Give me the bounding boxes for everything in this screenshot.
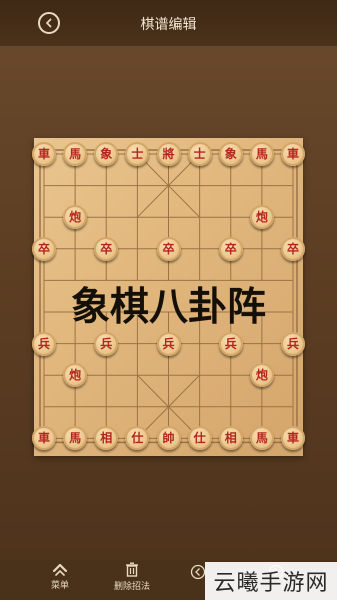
delete-move-label: 删除招法 bbox=[113, 582, 150, 592]
page-title: 棋谱编辑 bbox=[140, 17, 197, 33]
chess-piece[interactable]: 炮 bbox=[249, 363, 274, 388]
chess-piece[interactable]: 卒 bbox=[32, 236, 56, 261]
trash-icon bbox=[126, 562, 138, 577]
chess-piece[interactable]: 仕 bbox=[187, 426, 212, 451]
chess-piece[interactable]: 相 bbox=[218, 426, 243, 451]
chess-piece[interactable]: 炮 bbox=[249, 205, 274, 230]
chess-piece[interactable]: 將 bbox=[156, 142, 181, 166]
chess-piece[interactable]: 卒 bbox=[156, 236, 181, 261]
chess-piece[interactable]: 兵 bbox=[156, 331, 181, 356]
menu-label: 菜单 bbox=[50, 581, 69, 591]
chess-piece[interactable]: 兵 bbox=[94, 331, 119, 356]
chess-piece[interactable]: 兵 bbox=[218, 331, 243, 356]
menu-button[interactable]: 菜单 bbox=[20, 562, 100, 591]
chess-piece[interactable]: 車 bbox=[32, 142, 56, 166]
chess-piece[interactable]: 馬 bbox=[249, 142, 274, 166]
top-bar: 棋谱编辑 bbox=[0, 0, 337, 46]
chess-piece[interactable]: 象 bbox=[218, 142, 243, 166]
undo-icon[interactable] bbox=[190, 564, 206, 580]
chess-piece[interactable]: 帥 bbox=[156, 426, 181, 451]
chess-piece[interactable]: 車 bbox=[281, 142, 305, 166]
chess-piece[interactable]: 兵 bbox=[32, 331, 56, 356]
chess-piece[interactable]: 卒 bbox=[281, 236, 305, 261]
chess-piece[interactable]: 卒 bbox=[94, 236, 119, 261]
menu-chevron-icon bbox=[52, 563, 68, 576]
overlay-caption: 象棋八卦阵 bbox=[70, 285, 266, 330]
chess-piece[interactable]: 卒 bbox=[218, 236, 243, 261]
delete-move-button[interactable]: 删除招法 bbox=[92, 562, 172, 592]
chess-piece[interactable]: 馬 bbox=[63, 142, 88, 166]
watermark: 云曦手游网 bbox=[205, 562, 337, 600]
chess-piece[interactable]: 士 bbox=[187, 142, 212, 166]
chess-piece[interactable]: 兵 bbox=[281, 331, 305, 356]
